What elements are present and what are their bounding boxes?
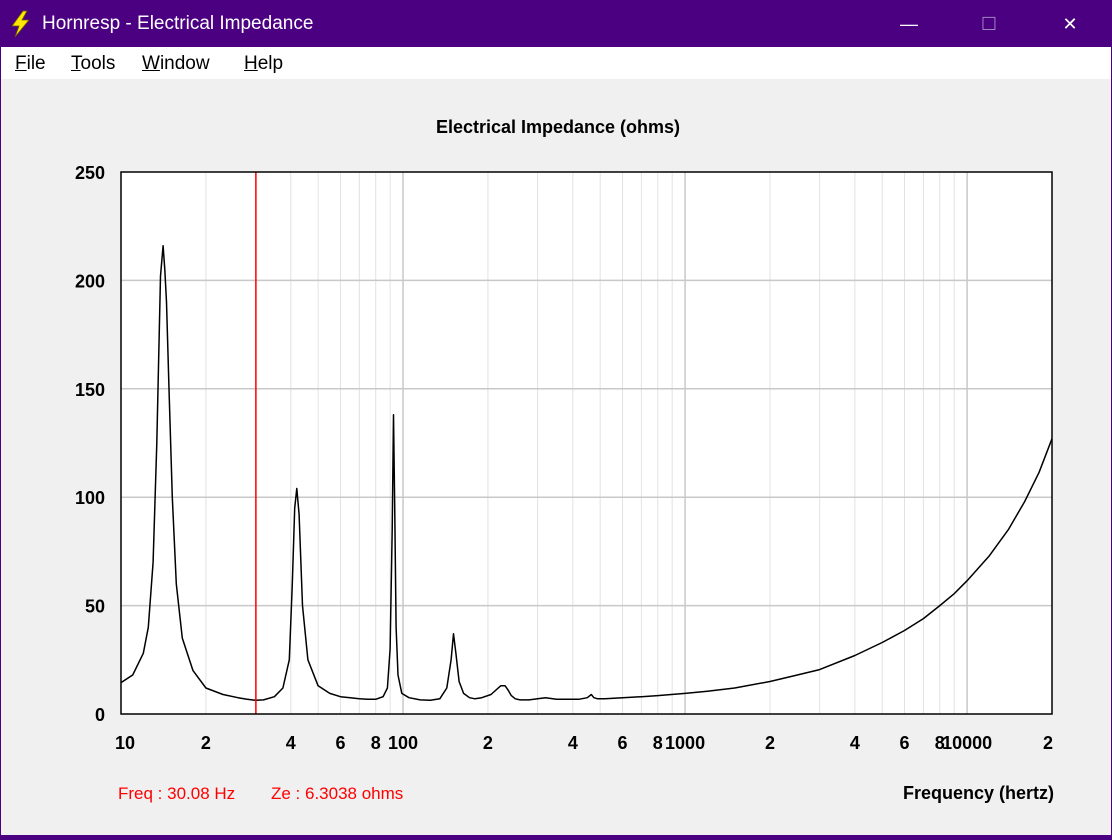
minimize-button[interactable]: — bbox=[869, 1, 949, 47]
menu-bar: File Tools Window Help bbox=[1, 47, 1111, 79]
maximize-button[interactable]: ☐ bbox=[949, 1, 1029, 47]
x-tick-label: 10000 bbox=[942, 733, 992, 753]
close-button[interactable]: ✕ bbox=[1030, 1, 1110, 47]
x-tick-label: 2 bbox=[765, 733, 775, 753]
y-tick-label: 50 bbox=[85, 597, 105, 617]
x-tick-label: 10 bbox=[115, 733, 135, 753]
menu-help-label: elp bbox=[257, 53, 284, 74]
menu-tools-label: ools bbox=[80, 53, 116, 74]
y-tick-label: 200 bbox=[75, 271, 105, 291]
y-tick-labels: 0 50 100 150 200 250 bbox=[75, 163, 105, 725]
chart-title: Electrical Impedance (ohms) bbox=[436, 117, 680, 137]
x-tick-labels: 10 2 4 6 8 100 2 4 6 8 1000 2 4 6 810000 2 bbox=[115, 733, 1053, 753]
x-tick-label: 6 bbox=[617, 733, 627, 753]
x-tick-label: 1000 bbox=[665, 733, 705, 753]
menu-file[interactable]: File bbox=[15, 53, 46, 75]
x-tick-label: 2 bbox=[1043, 733, 1053, 753]
x-tick-label: 2 bbox=[201, 733, 211, 753]
lightning-bolt-icon bbox=[11, 10, 30, 38]
impedance-readout: Ze : 6.3038 ohms bbox=[271, 784, 403, 803]
x-tick-label: 6 bbox=[900, 733, 910, 753]
x-tick-label: 100 bbox=[388, 733, 418, 753]
x-tick-label: 4 bbox=[286, 733, 296, 753]
x-tick-label: 4 bbox=[850, 733, 860, 753]
menu-window-mnemonic: W bbox=[142, 53, 160, 74]
x-tick-label: 4 bbox=[568, 733, 578, 753]
menu-help[interactable]: Help bbox=[244, 53, 283, 75]
x-tick-label: 6 bbox=[335, 733, 345, 753]
x-tick-label: 8 bbox=[653, 733, 663, 753]
menu-window[interactable]: Window bbox=[142, 53, 210, 75]
y-tick-label: 250 bbox=[75, 163, 105, 183]
title-bar[interactable]: Hornresp - Electrical Impedance — ☐ ✕ bbox=[1, 1, 1111, 47]
frequency-readout: Freq : 30.08 Hz bbox=[118, 784, 235, 803]
menu-window-label: indow bbox=[159, 53, 210, 74]
y-tick-label: 150 bbox=[75, 380, 105, 400]
window-title: Hornresp - Electrical Impedance bbox=[42, 13, 314, 34]
plot-background bbox=[121, 172, 1052, 714]
y-tick-label: 100 bbox=[75, 488, 105, 508]
menu-tools[interactable]: Tools bbox=[71, 53, 115, 75]
menu-help-mnemonic: H bbox=[244, 53, 258, 74]
x-tick-label: 2 bbox=[483, 733, 493, 753]
x-axis-label: Frequency (hertz) bbox=[903, 783, 1054, 803]
y-tick-label: 0 bbox=[95, 705, 105, 725]
impedance-chart[interactable]: Electrical Impedance (ohms) 0 50 100 150 200… bbox=[1, 79, 1111, 835]
x-tick-label: 8 bbox=[371, 733, 381, 753]
application-window: Hornresp - Electrical Impedance — ☐ ✕ Fi… bbox=[0, 0, 1112, 836]
menu-tools-mnemonic: T bbox=[71, 53, 81, 74]
chart-area[interactable]: Electrical Impedance (ohms) 0 50 100 150 200… bbox=[1, 79, 1111, 835]
menu-file-mnemonic: F bbox=[15, 53, 27, 74]
menu-file-label: ile bbox=[26, 53, 46, 74]
